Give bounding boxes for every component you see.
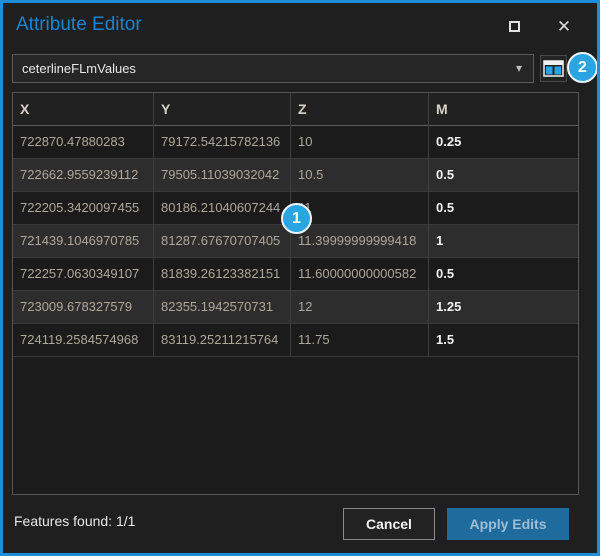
cell-z[interactable]: 12 (291, 291, 429, 324)
cell-y[interactable]: 81287.67670707405 (154, 225, 291, 258)
cell-y[interactable]: 83119.25211215764 (154, 324, 291, 357)
cell-m[interactable]: 1.5 (429, 324, 578, 357)
cell-x[interactable]: 722205.3420097455 (13, 192, 154, 225)
close-button[interactable]: ✕ (549, 12, 579, 40)
close-icon: ✕ (557, 18, 571, 35)
cell-x[interactable]: 722662.9559239112 (13, 159, 154, 192)
maximize-button[interactable] (499, 12, 529, 40)
attribute-editor-dialog: Attribute Editor ✕ ceterlineFLmValues ▾ … (0, 0, 600, 556)
cell-m[interactable]: 1.25 (429, 291, 578, 324)
cell-y[interactable]: 82355.1942570731 (154, 291, 291, 324)
chevron-down-icon: ▾ (516, 55, 522, 82)
cell-m[interactable]: 0.5 (429, 258, 578, 291)
titlebar[interactable]: Attribute Editor ✕ (3, 3, 597, 51)
cancel-button[interactable]: Cancel (343, 508, 435, 540)
fields-button[interactable] (540, 55, 567, 82)
cell-y[interactable]: 79172.54215782136 (154, 126, 291, 159)
cell-y[interactable]: 81839.26123382151 (154, 258, 291, 291)
table-row: 722257.0630349107 81839.26123382151 11.6… (13, 258, 578, 291)
cell-x[interactable]: 721439.1046970785 (13, 225, 154, 258)
table-columns-icon (543, 60, 564, 77)
table-row: 724119.2584574968 83119.25211215764 11.7… (13, 324, 578, 357)
cell-y[interactable]: 79505.11039032042 (154, 159, 291, 192)
column-header-m: M (429, 93, 578, 126)
cell-x[interactable]: 722870.47880283 (13, 126, 154, 159)
table-row: 722662.9559239112 79505.11039032042 10.5… (13, 159, 578, 192)
cell-m[interactable]: 0.25 (429, 126, 578, 159)
window-title: Attribute Editor (16, 14, 142, 36)
cell-m[interactable]: 0.5 (429, 159, 578, 192)
column-header-z: Z (291, 93, 429, 126)
maximize-icon (509, 21, 520, 32)
cell-x[interactable]: 722257.0630349107 (13, 258, 154, 291)
features-found-status: Features found: 1/1 (14, 513, 135, 529)
attribute-table: X Y Z M 722870.47880283 79172.5421578213… (12, 92, 579, 495)
callout-badge-1: 1 (281, 203, 312, 234)
layer-select-value: ceterlineFLmValues (22, 61, 136, 76)
callout-badge-2: 2 (567, 52, 598, 83)
table-header: X Y Z M (13, 93, 578, 126)
cell-y[interactable]: 80186.21040607244 (154, 192, 291, 225)
cell-x[interactable]: 724119.2584574968 (13, 324, 154, 357)
cell-z[interactable]: 10.5 (291, 159, 429, 192)
apply-edits-button[interactable]: Apply Edits (447, 508, 569, 540)
table-row: 722870.47880283 79172.54215782136 10 0.2… (13, 126, 578, 159)
cell-z[interactable]: 11.75 (291, 324, 429, 357)
cell-z[interactable]: 11.39999999999418 (291, 225, 429, 258)
cell-m[interactable]: 1 (429, 225, 578, 258)
column-header-x: X (13, 93, 154, 126)
cell-x[interactable]: 723009.678327579 (13, 291, 154, 324)
cell-m[interactable]: 0.5 (429, 192, 578, 225)
cell-z[interactable]: 10 (291, 126, 429, 159)
table-row: 723009.678327579 82355.1942570731 12 1.2… (13, 291, 578, 324)
column-header-y: Y (154, 93, 291, 126)
layer-select[interactable]: ceterlineFLmValues ▾ (12, 54, 534, 83)
cell-z[interactable]: 11.60000000000582 (291, 258, 429, 291)
